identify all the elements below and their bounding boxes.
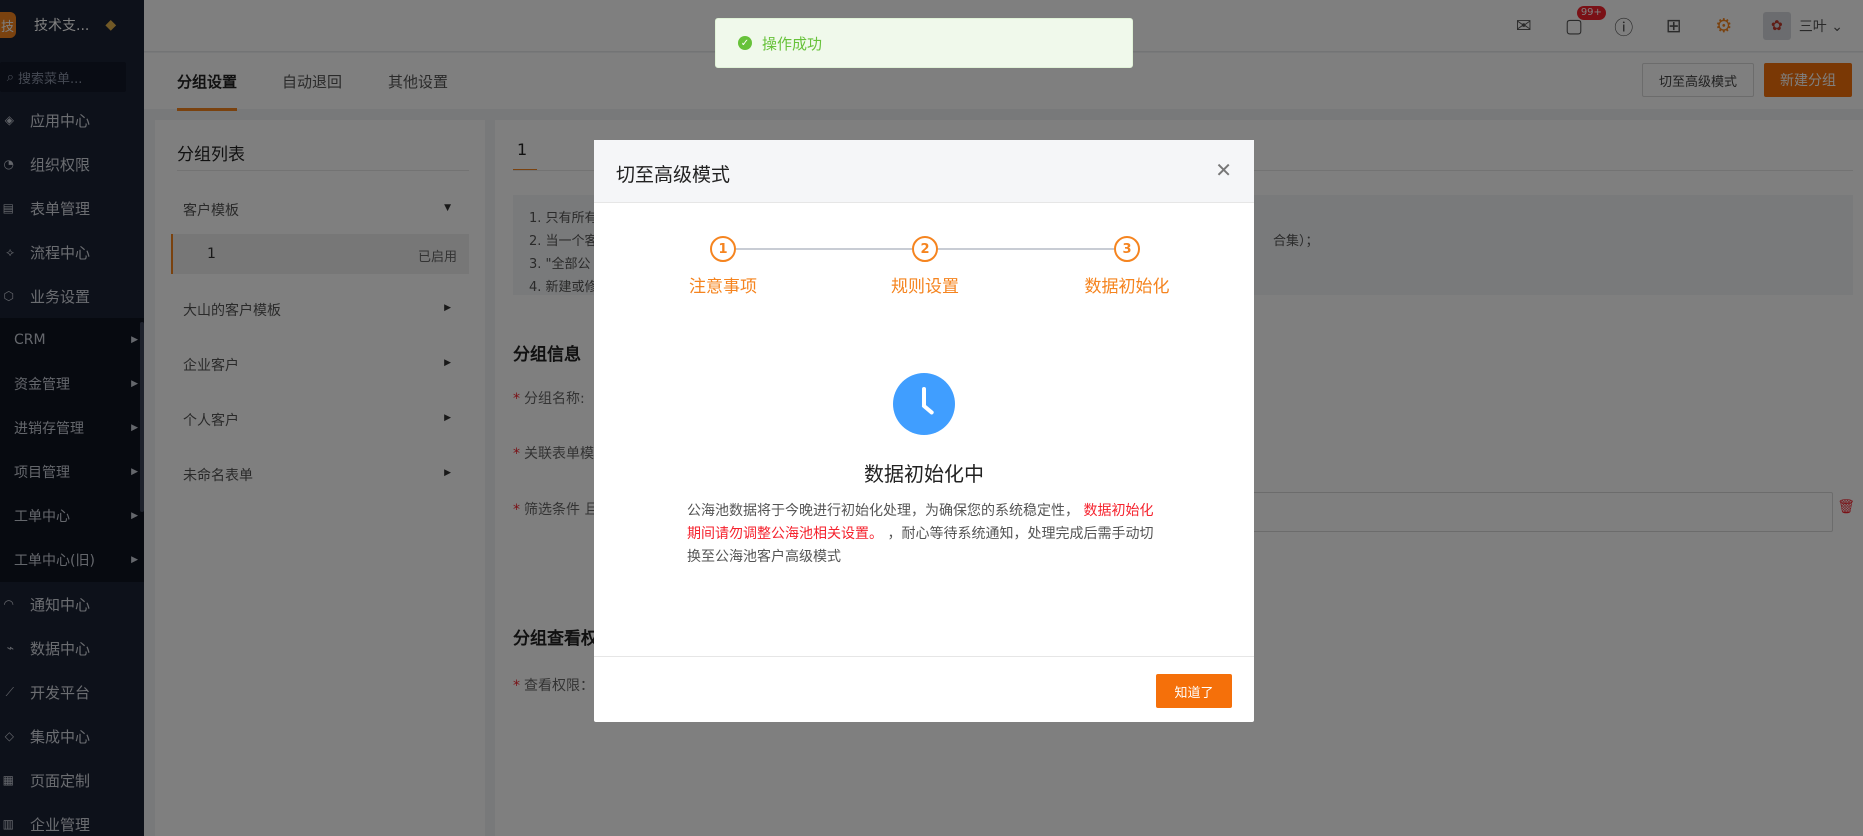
success-toast: ✓ 操作成功 [715,18,1133,68]
modal-footer-divider [594,656,1254,657]
switch-advanced-modal: 切至高级模式 ✕ 1 2 3 注意事项 规则设置 数据初始化 数据初始化中 公海… [594,140,1254,722]
message-pre: 公海池数据将于今晚进行初始化处理，为确保您的系统稳定性， [687,503,1079,519]
modal-header: 切至高级模式 ✕ [594,140,1254,203]
got-it-button[interactable]: 知道了 [1156,674,1232,708]
step-connector [938,248,1114,250]
modal-title: 切至高级模式 [616,164,731,186]
step-2-circle: 2 [912,236,938,262]
step-connector [736,248,912,250]
step-3-label: 数据初始化 [1084,277,1170,297]
init-status: 数据初始化中 [864,462,984,486]
check-circle-icon: ✓ [738,36,752,50]
clock-icon [893,373,955,435]
step-3-circle: 3 [1114,236,1140,262]
modal-message: 公海池数据将于今晚进行初始化处理，为确保您的系统稳定性， 数据初始化期间请勿调整… [687,500,1161,569]
step-1-label: 注意事项 [689,277,757,297]
step-2-label: 规则设置 [891,277,959,297]
close-icon[interactable]: ✕ [1215,158,1232,182]
toast-message: 操作成功 [762,34,823,53]
step-1-circle: 1 [710,236,736,262]
